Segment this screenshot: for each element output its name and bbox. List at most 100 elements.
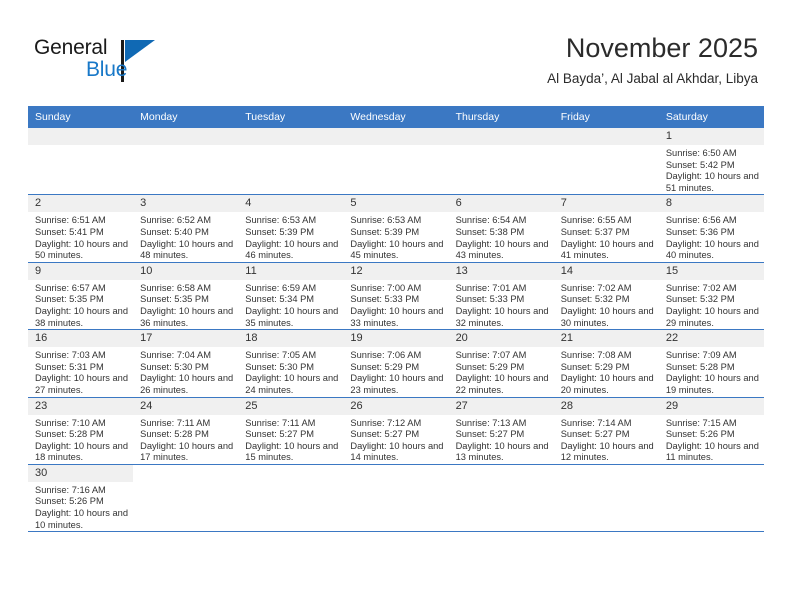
calendar-day-cell-17[interactable]: 17 Sunrise: 7:04 AM Sunset: 5:30 PM Dayligh… — [133, 329, 239, 397]
calendar-day-cell-2[interactable]: 2 Sunrise: 6:51 AM Sunset: 5:41 PM Daylight… — [28, 194, 134, 263]
day-number: 4 — [238, 195, 344, 213]
sunrise-text: Sunrise: 7:00 AM — [350, 282, 422, 293]
calendar-day-cell-24[interactable]: 24 Sunrise: 7:11 AM Sunset: 5:28 PM Dayligh… — [133, 396, 239, 465]
calendar-day-cell-29[interactable]: 29 Sunrise: 7:15 AM Sunset: 5:26 PM Dayligh… — [658, 396, 764, 465]
cell-inner — [343, 465, 448, 531]
cell-inner — [28, 128, 134, 194]
day-number: 19 — [343, 330, 449, 348]
daylight-text: Daylight: 10 hours and 51 minutes. — [665, 171, 759, 193]
sunrise-text: Sunrise: 7:04 AM — [140, 350, 211, 361]
calendar-day-cell-8[interactable]: 8 Sunrise: 6:56 AM Sunset: 5:36 PM Daylight… — [658, 194, 764, 263]
calendar-day-cell-11[interactable]: 11 Sunrise: 6:59 AM Sunset: 5:34 PM Dayligh… — [238, 261, 344, 330]
calendar-day-cell-3[interactable]: 3 Sunrise: 6:52 AM Sunset: 5:40 PM Daylight… — [133, 194, 239, 263]
calendar-day-cell-9[interactable]: 9 Sunrise: 6:57 AM Sunset: 5:35 PM Daylight… — [28, 261, 134, 330]
calendar-day-cell-28[interactable]: 28 Sunrise: 7:14 AM Sunset: 5:27 PM Dayligh… — [553, 396, 659, 465]
sunrise-text: Sunrise: 7:08 AM — [560, 350, 632, 361]
sunrise-text: Sunrise: 6:54 AM — [455, 215, 527, 226]
day-number — [659, 465, 764, 482]
calendar-day-cell-14[interactable]: 14 Sunrise: 7:02 AM Sunset: 5:32 PM Dayligh… — [553, 261, 659, 330]
calendar-header-row: Sunday Monday Tuesday Wednesday Thursday Frid… — [28, 106, 764, 128]
day-number: 20 — [448, 330, 554, 348]
calendar-day-cell-20[interactable]: 20 Sunrise: 7:07 AM Sunset: 5:29 PM Dayligh… — [448, 329, 554, 397]
calendar-empty-cell — [343, 463, 449, 533]
sunset-text: Sunset: 5:27 PM — [455, 429, 525, 440]
cell-inner: 23 Sunrise: 7:10 AM Sunset: 5:28 PM Dayligh… — [28, 397, 134, 464]
calendar-page: General Blue November 2025 Al Bayda’, Al… — [0, 0, 792, 612]
cell-inner: 13 Sunrise: 7:01 AM Sunset: 5:33 PM Dayligh… — [448, 262, 554, 329]
sunrise-text: Sunrise: 7:11 AM — [140, 417, 211, 428]
day-details: Sunrise: 7:01 AM Sunset: 5:33 PM Daylight:… — [449, 280, 554, 329]
calendar-day-cell-21[interactable]: 21 Sunrise: 7:08 AM Sunset: 5:29 PM Dayligh… — [553, 329, 659, 397]
daylight-text: Daylight: 10 hours and 20 minutes. — [560, 373, 654, 395]
calendar-day-cell-19[interactable]: 19 Sunrise: 7:06 AM Sunset: 5:29 PM Dayligh… — [343, 329, 449, 397]
day-number: 23 — [28, 397, 134, 415]
calendar-day-cell-23[interactable]: 23 Sunrise: 7:10 AM Sunset: 5:28 PM Dayligh… — [28, 396, 134, 465]
cell-inner: 30 Sunrise: 7:16 AM Sunset: 5:26 PM Dayligh… — [28, 464, 134, 531]
sunset-text: Sunset: 5:29 PM — [455, 361, 525, 372]
day-details: Sunrise: 7:03 AM Sunset: 5:31 PM Daylight:… — [28, 347, 133, 396]
calendar-day-cell-10[interactable]: 10 Sunrise: 6:58 AM Sunset: 5:35 PM Dayligh… — [133, 261, 239, 330]
calendar-day-cell-6[interactable]: 6 Sunrise: 6:54 AM Sunset: 5:38 PM Daylight… — [448, 194, 554, 263]
day-number: 1 — [658, 128, 764, 145]
calendar-empty-cell — [238, 463, 344, 533]
calendar-week-row: 9 Sunrise: 6:57 AM Sunset: 5:35 PM Daylight… — [28, 261, 764, 330]
calendar-day-cell-13[interactable]: 13 Sunrise: 7:01 AM Sunset: 5:33 PM Dayligh… — [448, 261, 554, 330]
triangle-logo-icon — [125, 40, 155, 62]
sunset-text: Sunset: 5:39 PM — [350, 226, 420, 237]
day-details: Sunrise: 7:13 AM Sunset: 5:27 PM Daylight:… — [449, 415, 554, 464]
brand-word-general: General — [34, 36, 108, 59]
sunrise-text: Sunrise: 7:14 AM — [560, 417, 632, 428]
sunrise-text: Sunrise: 6:57 AM — [35, 282, 106, 293]
calendar-day-cell-25[interactable]: 25 Sunrise: 7:11 AM Sunset: 5:27 PM Dayligh… — [238, 396, 344, 465]
cell-inner: 16 Sunrise: 7:03 AM Sunset: 5:31 PM Dayligh… — [28, 330, 134, 396]
calendar-day-cell-4[interactable]: 4 Sunrise: 6:53 AM Sunset: 5:39 PM Daylight… — [238, 194, 344, 263]
day-details: Sunrise: 6:55 AM Sunset: 5:37 PM Daylight:… — [554, 212, 659, 261]
day-number: 14 — [553, 262, 659, 280]
daylight-text: Daylight: 10 hours and 32 minutes. — [455, 305, 549, 328]
day-number: 28 — [553, 397, 659, 415]
day-number — [553, 128, 659, 145]
calendar-day-cell-27[interactable]: 27 Sunrise: 7:13 AM Sunset: 5:27 PM Dayligh… — [448, 396, 554, 465]
sunset-text: Sunset: 5:27 PM — [350, 429, 420, 440]
calendar-day-cell-16[interactable]: 16 Sunrise: 7:03 AM Sunset: 5:31 PM Dayligh… — [28, 329, 134, 397]
calendar-day-cell-18[interactable]: 18 Sunrise: 7:05 AM Sunset: 5:30 PM Dayligh… — [238, 329, 344, 397]
day-details: Sunrise: 7:02 AM Sunset: 5:32 PM Daylight:… — [554, 280, 659, 329]
daylight-text: Daylight: 10 hours and 12 minutes. — [560, 440, 654, 463]
page-title: November 2025 — [565, 33, 758, 63]
day-number — [28, 128, 134, 145]
calendar-day-cell-26[interactable]: 26 Sunrise: 7:12 AM Sunset: 5:27 PM Dayligh… — [343, 396, 449, 465]
sunrise-text: Sunrise: 7:05 AM — [245, 350, 317, 361]
sunset-text: Sunset: 5:28 PM — [140, 429, 209, 440]
day-number: 24 — [133, 397, 239, 415]
sunset-text: Sunset: 5:42 PM — [665, 159, 735, 170]
daylight-text: Daylight: 10 hours and 36 minutes. — [140, 305, 234, 328]
brand-logo[interactable]: General Blue — [28, 36, 238, 94]
day-details: Sunrise: 7:02 AM Sunset: 5:32 PM Daylight:… — [659, 280, 764, 329]
calendar-day-cell-5[interactable]: 5 Sunrise: 6:53 AM Sunset: 5:39 PM Daylight… — [343, 194, 449, 263]
cell-inner: 2 Sunrise: 6:51 AM Sunset: 5:41 PM Daylight… — [28, 195, 134, 261]
day-number: 3 — [133, 195, 239, 213]
calendar-day-cell-22[interactable]: 22 Sunrise: 7:09 AM Sunset: 5:28 PM Dayligh… — [658, 329, 764, 397]
day-details: Sunrise: 7:14 AM Sunset: 5:27 PM Daylight:… — [554, 415, 659, 464]
cell-inner: 12 Sunrise: 7:00 AM Sunset: 5:33 PM Dayligh… — [343, 262, 449, 329]
sunrise-text: Sunrise: 7:07 AM — [455, 350, 527, 361]
sunset-text: Sunset: 5:28 PM — [35, 429, 104, 440]
daylight-text: Daylight: 10 hours and 41 minutes. — [560, 238, 654, 261]
calendar-empty-cell — [28, 128, 134, 195]
sunrise-text: Sunrise: 7:06 AM — [350, 350, 422, 361]
sunrise-text: Sunrise: 7:01 AM — [455, 282, 527, 293]
sunrise-text: Sunrise: 7:15 AM — [665, 417, 737, 428]
daylight-text: Daylight: 10 hours and 30 minutes. — [560, 305, 654, 328]
calendar-day-cell-12[interactable]: 12 Sunrise: 7:00 AM Sunset: 5:33 PM Dayligh… — [343, 261, 449, 330]
calendar-day-cell-15[interactable]: 15 Sunrise: 7:02 AM Sunset: 5:32 PM Dayligh… — [658, 261, 764, 330]
cell-inner: 29 Sunrise: 7:15 AM Sunset: 5:26 PM Dayligh… — [658, 397, 764, 464]
sunset-text: Sunset: 5:27 PM — [560, 429, 630, 440]
daylight-text: Daylight: 10 hours and 38 minutes. — [35, 305, 129, 328]
daylight-text: Daylight: 10 hours and 48 minutes. — [140, 238, 234, 261]
day-details: Sunrise: 7:05 AM Sunset: 5:30 PM Daylight:… — [238, 347, 343, 396]
calendar-day-cell-7[interactable]: 7 Sunrise: 6:55 AM Sunset: 5:37 PM Daylight… — [553, 194, 659, 263]
sunset-text: Sunset: 5:36 PM — [665, 226, 735, 237]
calendar-day-cell-30[interactable]: 30 Sunrise: 7:16 AM Sunset: 5:26 PM Dayligh… — [28, 463, 134, 533]
calendar-day-cell-1[interactable]: 1 Sunrise: 6:50 AM Sunset: 5:42 PM Daylight… — [658, 128, 764, 195]
day-details: Sunrise: 7:06 AM Sunset: 5:29 PM Daylight:… — [343, 347, 448, 396]
